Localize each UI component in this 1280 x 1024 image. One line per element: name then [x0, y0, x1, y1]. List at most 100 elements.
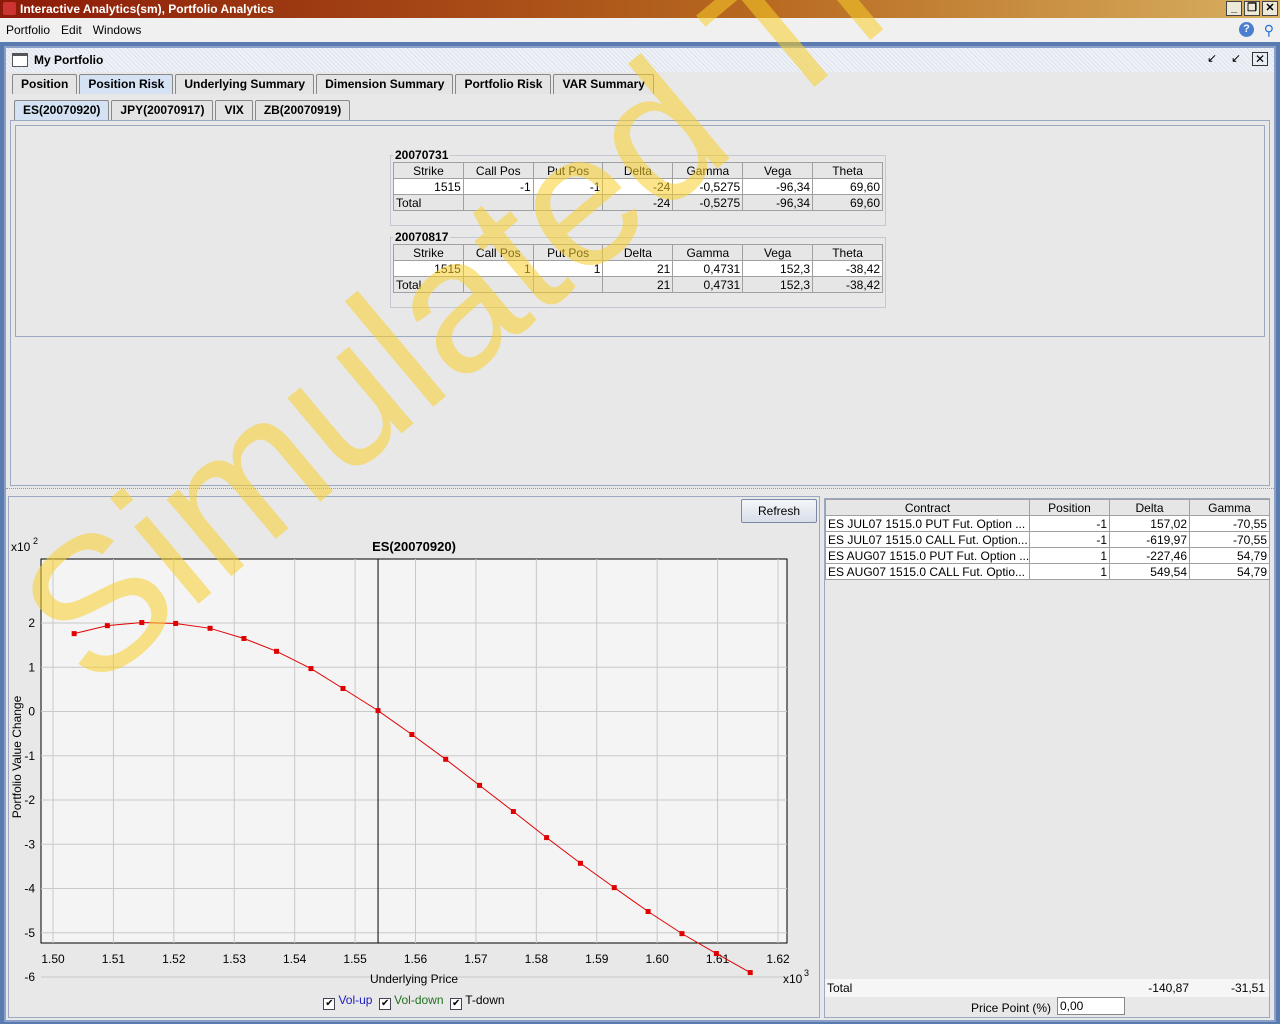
column-header[interactable]: Position	[1029, 499, 1110, 516]
expiry-group-2: 20070817 Strike Call Pos Put Pos Delta Gamma…	[390, 230, 886, 308]
pin-icon[interactable]: ⚲	[1264, 22, 1274, 39]
legend-vol-up[interactable]: ✔ Vol-up	[323, 993, 372, 1010]
column-header[interactable]: Delta	[602, 162, 674, 179]
table-cell: -619,97	[1109, 531, 1190, 548]
help-icon[interactable]: ?	[1239, 22, 1254, 37]
column-header[interactable]: Strike	[393, 162, 464, 179]
tab-portfolio-risk[interactable]: Portfolio Risk	[455, 74, 552, 94]
menu-bar: Portfolio Edit Windows ? ⚲	[0, 18, 1280, 42]
expiry-label: 20070817	[395, 230, 449, 244]
total-delta: -140,87	[1148, 981, 1189, 995]
y-exponent: 2	[33, 536, 38, 546]
column-header[interactable]: Delta	[602, 244, 674, 261]
legend-vol-down[interactable]: ✔ Vol-down	[379, 993, 444, 1010]
column-header[interactable]: Vega	[742, 244, 814, 261]
minimize-button[interactable]: _	[1226, 1, 1242, 16]
table-row[interactable]: ES JUL07 1515.0 CALL Fut. Option... -1 -61…	[825, 531, 1270, 548]
data-point	[544, 835, 550, 841]
table-cell: -0,5275	[672, 178, 744, 195]
table-cell: ES JUL07 1515.0 PUT Fut. Option ...	[825, 515, 1030, 532]
tab-position-risk[interactable]: Position Risk	[79, 74, 174, 94]
legend-t-down[interactable]: ✔ T-down	[450, 993, 505, 1010]
column-header[interactable]: Vega	[742, 162, 814, 179]
column-header[interactable]: Call Pos	[462, 162, 534, 179]
subtab-zb[interactable]: ZB(20070919)	[254, 100, 351, 120]
subtab-vix[interactable]: VIX	[215, 100, 253, 120]
table-cell: 21	[602, 276, 674, 293]
chart-panel: Refresh 1.50 1.51 1.52 1.53 1.54 1.55 1.56 1.57…	[8, 496, 820, 1018]
column-header[interactable]: Gamma	[1189, 499, 1270, 516]
close-frame-icon[interactable]: ✕	[1252, 52, 1268, 66]
column-header[interactable]: Gamma	[672, 162, 744, 179]
table-cell: -227,46	[1109, 547, 1190, 564]
table-cell: 1	[1029, 563, 1110, 580]
y-tick-label: -3	[24, 837, 35, 851]
data-point	[308, 666, 314, 672]
x-tick-label: 1.55	[343, 952, 367, 966]
position-risk-panel: 20070731 Strike Call Pos Put Pos Delta Gamma…	[10, 120, 1270, 486]
table-cell: 1515	[393, 178, 464, 195]
table-cell: -38,42	[812, 260, 883, 277]
maximize-icon[interactable]: ↙	[1228, 52, 1244, 66]
menu-portfolio[interactable]: Portfolio	[6, 23, 50, 37]
header-row: Contract Position Delta Gamma	[825, 499, 1270, 516]
column-header[interactable]: Contract	[825, 499, 1030, 516]
table-cell: -1	[462, 178, 534, 195]
table-cell: 152,3	[742, 260, 814, 277]
column-header[interactable]: Call Pos	[462, 244, 534, 261]
chart-title: ES(20070920)	[372, 539, 456, 554]
refresh-button[interactable]: Refresh	[741, 499, 817, 523]
column-header[interactable]: Theta	[812, 162, 883, 179]
table-cell: 1	[1029, 547, 1110, 564]
price-point-input[interactable]	[1057, 997, 1125, 1015]
subtab-jpy[interactable]: JPY(20070917)	[111, 100, 214, 120]
split-divider[interactable]	[6, 488, 1274, 494]
data-point	[173, 620, 179, 626]
tab-var-summary[interactable]: VAR Summary	[553, 74, 654, 94]
iconify-icon[interactable]: ↙	[1204, 52, 1220, 66]
table-cell: -24	[602, 194, 674, 211]
column-header[interactable]: Theta	[812, 244, 883, 261]
subtab-es[interactable]: ES(20070920)	[14, 100, 110, 120]
column-header[interactable]: Delta	[1109, 499, 1190, 516]
tab-dimension-summary[interactable]: Dimension Summary	[316, 74, 454, 94]
table-row[interactable]: 1515 -1 -1 -24 -0,5275 -96,34 69,60	[393, 178, 883, 195]
table-cell: -38,42	[812, 276, 883, 293]
x-multiplier: x10	[783, 972, 803, 986]
data-point	[477, 782, 483, 788]
window-title: Interactive Analytics(sm), Portfolio Ana…	[20, 2, 274, 16]
header-row: Strike Call Pos Put Pos Delta Gamma Vega Theta	[393, 244, 883, 261]
x-tick-label: 1.57	[464, 952, 488, 966]
column-header[interactable]: Strike	[393, 244, 464, 261]
tab-underlying-summary[interactable]: Underlying Summary	[175, 74, 315, 94]
frame-titlebar: My Portfolio	[6, 48, 1274, 72]
x-tick-label: 1.50	[41, 952, 65, 966]
table-cell	[532, 276, 604, 293]
table-row[interactable]: ES AUG07 1515.0 PUT Fut. Option ... 1 -227…	[825, 547, 1270, 564]
tab-position[interactable]: Position	[12, 74, 78, 94]
close-button[interactable]: ✕	[1262, 1, 1278, 16]
table-cell: -0,5275	[672, 194, 744, 211]
checkbox-icon[interactable]: ✔	[450, 998, 463, 1010]
total-row: Total -24 -0,5275 -96,34 69,60	[393, 194, 883, 211]
column-header[interactable]: Put Pos	[532, 162, 604, 179]
table-row[interactable]: ES AUG07 1515.0 CALL Fut. Optio... 1 549,5…	[825, 563, 1270, 580]
column-header[interactable]: Gamma	[672, 244, 744, 261]
table-row[interactable]: 1515 1 1 21 0,4731 152,3 -38,42	[393, 260, 883, 277]
data-point	[340, 685, 346, 691]
table-cell: -96,34	[742, 194, 814, 211]
restore-button[interactable]: ❐	[1244, 1, 1260, 16]
menu-edit[interactable]: Edit	[61, 23, 82, 37]
menu-windows[interactable]: Windows	[93, 23, 142, 37]
x-tick-label: 1.59	[585, 952, 609, 966]
checkbox-icon[interactable]: ✔	[379, 998, 392, 1010]
table-cell: 54,79	[1189, 547, 1270, 564]
x-tick-label: 1.62	[766, 952, 790, 966]
column-header[interactable]: Put Pos	[532, 244, 604, 261]
my-portfolio-frame: My Portfolio ↙ ↙ ✕ Position Position Ris…	[4, 46, 1276, 1022]
x-tick-label: 1.58	[525, 952, 549, 966]
table-row[interactable]: ES JUL07 1515.0 PUT Fut. Option ... -1 157…	[825, 515, 1270, 532]
checkbox-icon[interactable]: ✔	[323, 998, 336, 1010]
risk-table: Strike Call Pos Put Pos Delta Gamma Vega Theta…	[393, 162, 883, 211]
table-cell: 1515	[393, 260, 464, 277]
